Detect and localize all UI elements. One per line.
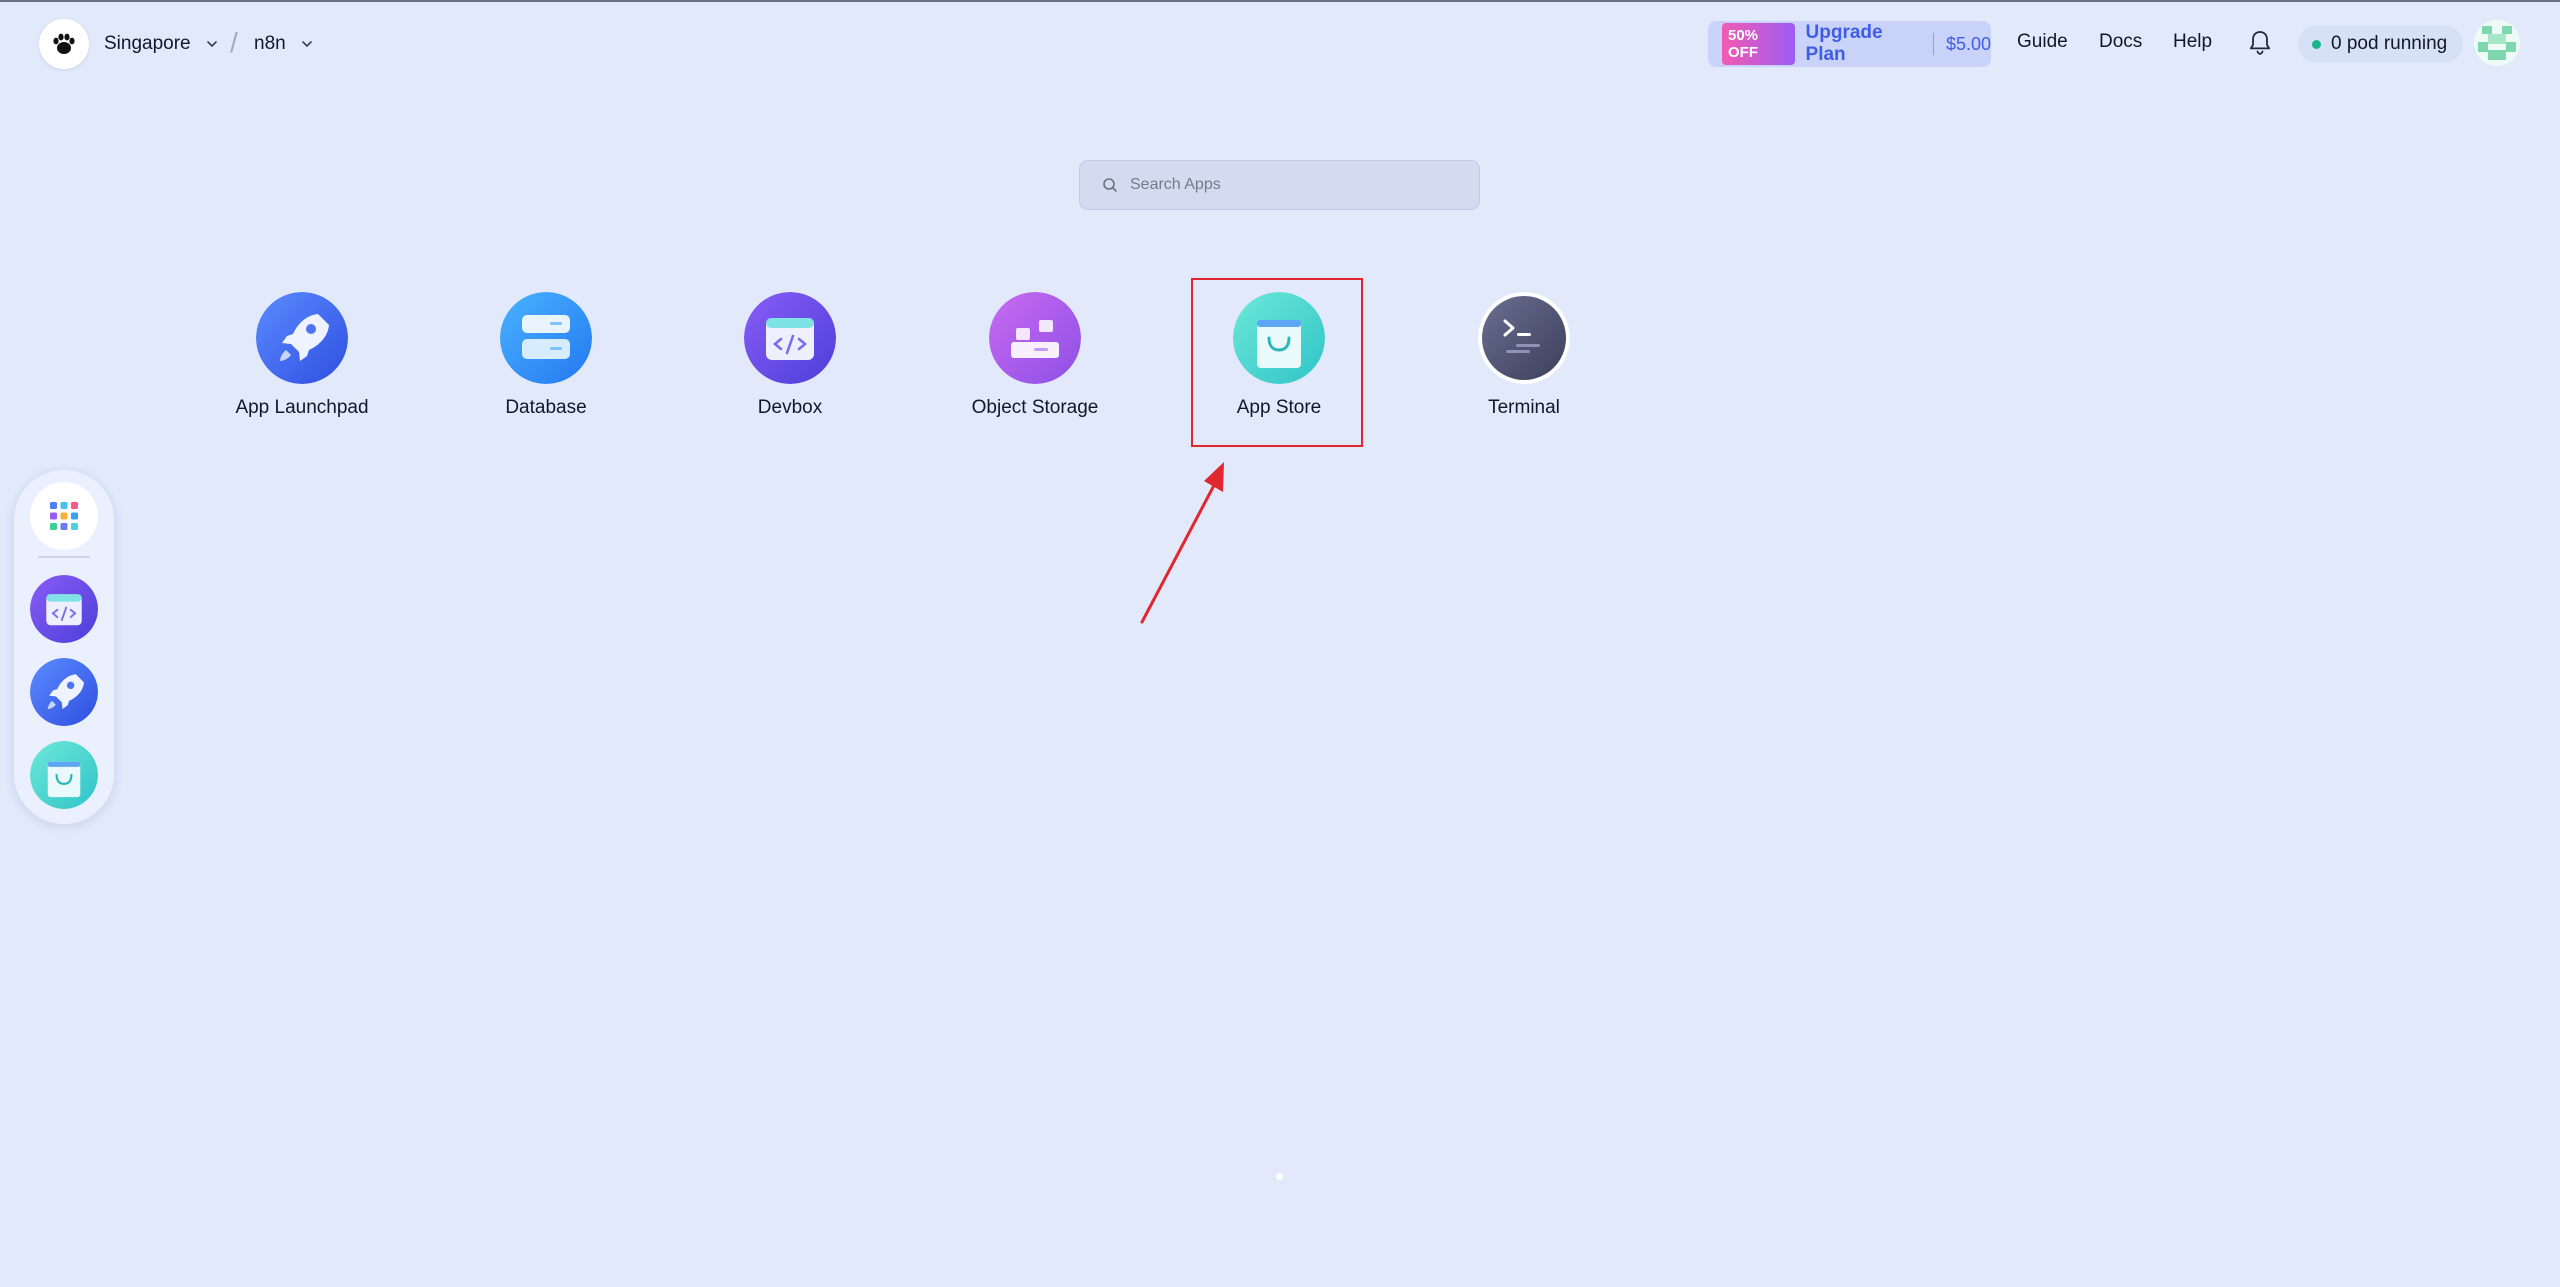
app-label: Devbox [757, 397, 823, 418]
shopping-bag-icon [1233, 292, 1325, 384]
app-launchpad[interactable]: App Launchpad [202, 292, 402, 432]
app-object-storage[interactable]: Object Storage [935, 292, 1135, 432]
dock-item-app-launchpad[interactable] [30, 658, 98, 726]
chevron-down-icon [206, 41, 217, 48]
rocket-icon [256, 292, 348, 384]
promo-divider [1933, 33, 1934, 55]
upgrade-plan-button[interactable]: 50% OFF Upgrade Plan $5.00 [1708, 21, 1991, 67]
region-label: Singapore [104, 33, 191, 54]
workspace-label: n8n [254, 33, 286, 54]
discount-badge: 50% OFF [1722, 23, 1795, 65]
status-dot [2312, 39, 2321, 49]
object-storage-icon [989, 292, 1081, 384]
sealos-logo[interactable] [39, 19, 89, 69]
app-devbox[interactable]: Devbox [690, 292, 890, 432]
dock-divider [38, 556, 90, 558]
app-store[interactable]: App Store [1179, 292, 1379, 432]
app-database[interactable]: Database [446, 292, 646, 432]
app-dock [14, 470, 114, 824]
docs-link[interactable]: Docs [2099, 31, 2142, 53]
region-selector[interactable]: Singapore [104, 29, 219, 59]
search-input[interactable] [1128, 175, 1462, 195]
database-icon [500, 292, 592, 384]
rocket-icon [30, 658, 98, 726]
plan-price: $5.00 [1945, 33, 1991, 54]
app-label: App Store [1236, 397, 1322, 418]
devbox-icon [744, 292, 836, 384]
app-label: Database [505, 397, 587, 418]
chevron-down-icon [301, 41, 312, 48]
annotation-arrow-icon [1140, 462, 1224, 624]
guide-link[interactable]: Guide [2017, 31, 2068, 53]
app-label: Terminal [1488, 397, 1560, 418]
terminal-icon [1478, 292, 1570, 384]
dock-item-devbox[interactable] [30, 575, 98, 643]
search-icon [1103, 178, 1117, 192]
paw-icon [53, 33, 75, 54]
avatar-icon [2474, 20, 2520, 66]
help-link[interactable]: Help [2173, 31, 2212, 53]
breadcrumb-separator: / [230, 27, 238, 58]
bell-icon[interactable] [2247, 29, 2273, 57]
shopping-bag-icon [30, 741, 98, 809]
app-label: App Launchpad [235, 397, 369, 418]
dock-item-app-store[interactable] [30, 741, 98, 809]
dock-item-all-apps[interactable] [30, 482, 98, 550]
user-avatar[interactable] [2474, 20, 2520, 66]
pod-status-label: 0 pod running [2331, 33, 2448, 54]
app-label: Object Storage [971, 397, 1099, 418]
devbox-icon [30, 575, 98, 643]
top-bar: Singapore / n8n 50% OFF Upgrade Plan $5.… [0, 0, 2560, 86]
page-indicator-dot[interactable] [1276, 1173, 1283, 1180]
app-grid-icon [50, 502, 78, 530]
pod-status[interactable]: 0 pod running [2298, 25, 2464, 63]
search-bar[interactable] [1079, 160, 1480, 210]
workspace-selector[interactable]: n8n [254, 29, 314, 59]
upgrade-plan-label: Upgrade Plan [1805, 22, 1883, 65]
app-terminal[interactable]: Terminal [1424, 292, 1624, 432]
